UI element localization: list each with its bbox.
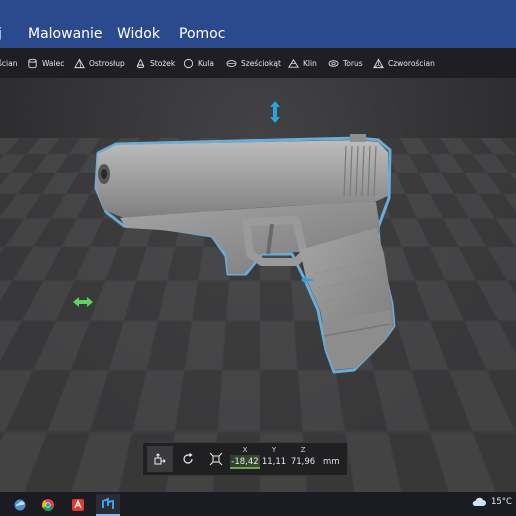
shape-label: Klin <box>303 58 317 68</box>
shape-button-cylinder[interactable]: Walec <box>27 54 64 72</box>
weather-widget-button[interactable] <box>8 494 32 516</box>
shape-button-hexagon[interactable]: Sześciokąt <box>226 54 281 72</box>
menu-item-painting[interactable]: Malowanie <box>28 24 103 44</box>
shape-button-tetrahedron[interactable]: Czworościan <box>373 54 435 72</box>
shape-button-wedge[interactable]: Klin <box>288 54 317 72</box>
rotate-icon <box>183 453 193 464</box>
scale-tool-button[interactable] <box>203 446 229 472</box>
torus-icon <box>328 59 339 67</box>
shape-label: Torus <box>343 58 363 68</box>
taskbar: 15°C <box>0 492 516 516</box>
scale-icon <box>209 452 223 466</box>
pyramid-icon <box>74 57 85 68</box>
pistol-model[interactable] <box>0 78 516 492</box>
red-app-button[interactable] <box>66 494 90 516</box>
move-horizontal-gizmo-icon[interactable] <box>72 296 94 308</box>
tetrahedron-icon <box>373 57 384 68</box>
move-depth-gizmo-icon[interactable] <box>300 274 314 286</box>
cloud-icon <box>472 497 486 506</box>
y-axis-label: Y <box>271 446 277 454</box>
wedge-icon <box>288 58 299 68</box>
shapes-toolbar: ścian Walec Ostrosłup Stożek Kula Sześci… <box>0 48 516 78</box>
move-vertical-gizmo-icon[interactable] <box>268 100 282 124</box>
shape-label: Kula <box>198 58 214 68</box>
menu-item-view[interactable]: Widok <box>117 24 160 44</box>
rotate-tool-button[interactable] <box>175 446 201 472</box>
transform-panel: X Y Z -18,42 11,11 71,96 mm <box>142 442 348 476</box>
x-value-field[interactable]: -18,42 <box>230 455 260 469</box>
move-tool-button[interactable] <box>147 446 173 472</box>
menu-item-help[interactable]: Pomoc <box>179 24 225 44</box>
shape-button-partial[interactable]: ścian <box>0 54 17 72</box>
y-value-field[interactable]: 11,11 <box>259 455 289 469</box>
sphere-icon <box>183 58 194 68</box>
cone-icon <box>136 58 145 68</box>
temperature-label: 15°C <box>490 497 512 507</box>
cylinder-icon <box>28 58 37 68</box>
paint3d-taskbar-button[interactable] <box>96 494 120 516</box>
red-app-icon <box>72 499 84 511</box>
z-value-field[interactable]: 71,96 <box>288 455 318 469</box>
chrome-button[interactable] <box>36 494 60 516</box>
shape-button-cone[interactable]: Stożek <box>135 54 175 72</box>
unit-label: mm <box>323 457 340 467</box>
3d-viewport[interactable] <box>0 78 516 492</box>
shape-label: Czworościan <box>388 58 435 68</box>
shape-label: Walec <box>42 58 65 68</box>
z-axis-label: Z <box>300 446 306 454</box>
shape-button-sphere[interactable]: Kula <box>183 54 214 72</box>
shape-label: ścian <box>0 58 18 68</box>
move-tool-icon <box>154 453 166 465</box>
shape-button-pyramid[interactable]: Ostrosłup <box>74 54 125 72</box>
hexagon-icon <box>226 59 237 67</box>
menu-item-truncated[interactable]: j <box>0 24 2 44</box>
chrome-icon <box>42 499 54 512</box>
menu-bar: j Malowanie Widok Pomoc <box>0 0 516 48</box>
paint3d-icon <box>102 497 114 509</box>
cloud-app-icon <box>14 499 26 511</box>
shape-button-torus[interactable]: Torus <box>328 54 363 72</box>
weather-status[interactable]: 15°C <box>471 496 512 508</box>
shape-label: Stożek <box>150 58 176 68</box>
shape-label: Ostrosłup <box>89 58 125 68</box>
x-axis-label: X <box>242 446 248 454</box>
shape-label: Sześciokąt <box>241 58 281 68</box>
